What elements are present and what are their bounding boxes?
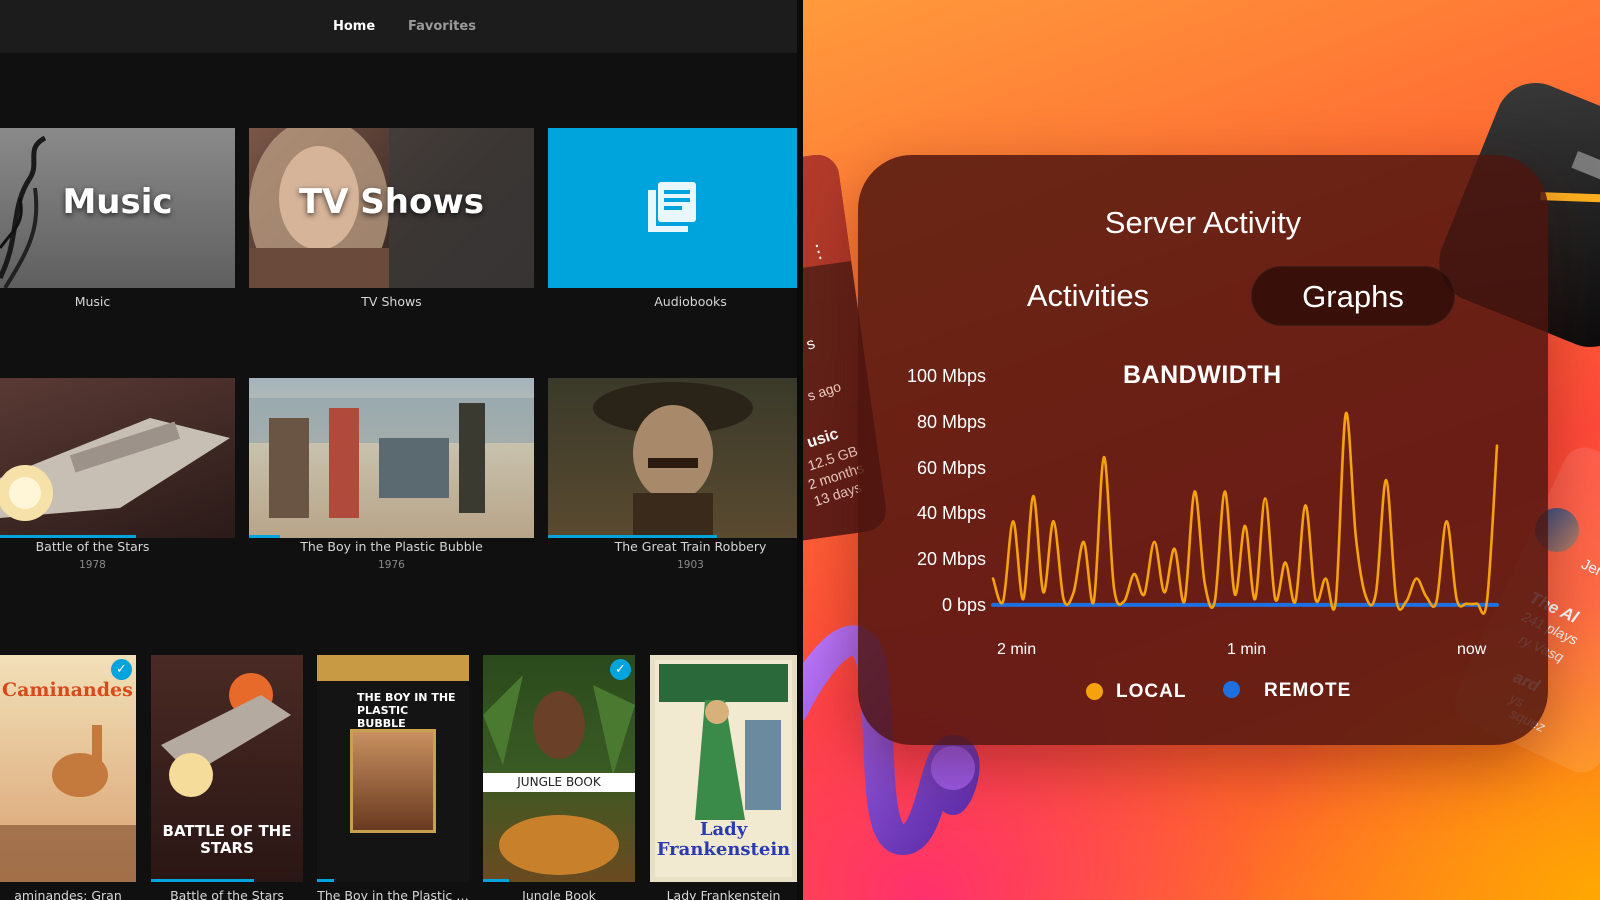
- legend-dot-local: [1086, 683, 1103, 700]
- legend-label-remote: REMOTE: [1264, 680, 1352, 701]
- legend-label-local: LOCAL: [1116, 681, 1187, 702]
- bandwidth-chart: [991, 411, 1499, 615]
- legend-dot-remote: [1223, 681, 1240, 698]
- series-line-local: [991, 411, 1499, 615]
